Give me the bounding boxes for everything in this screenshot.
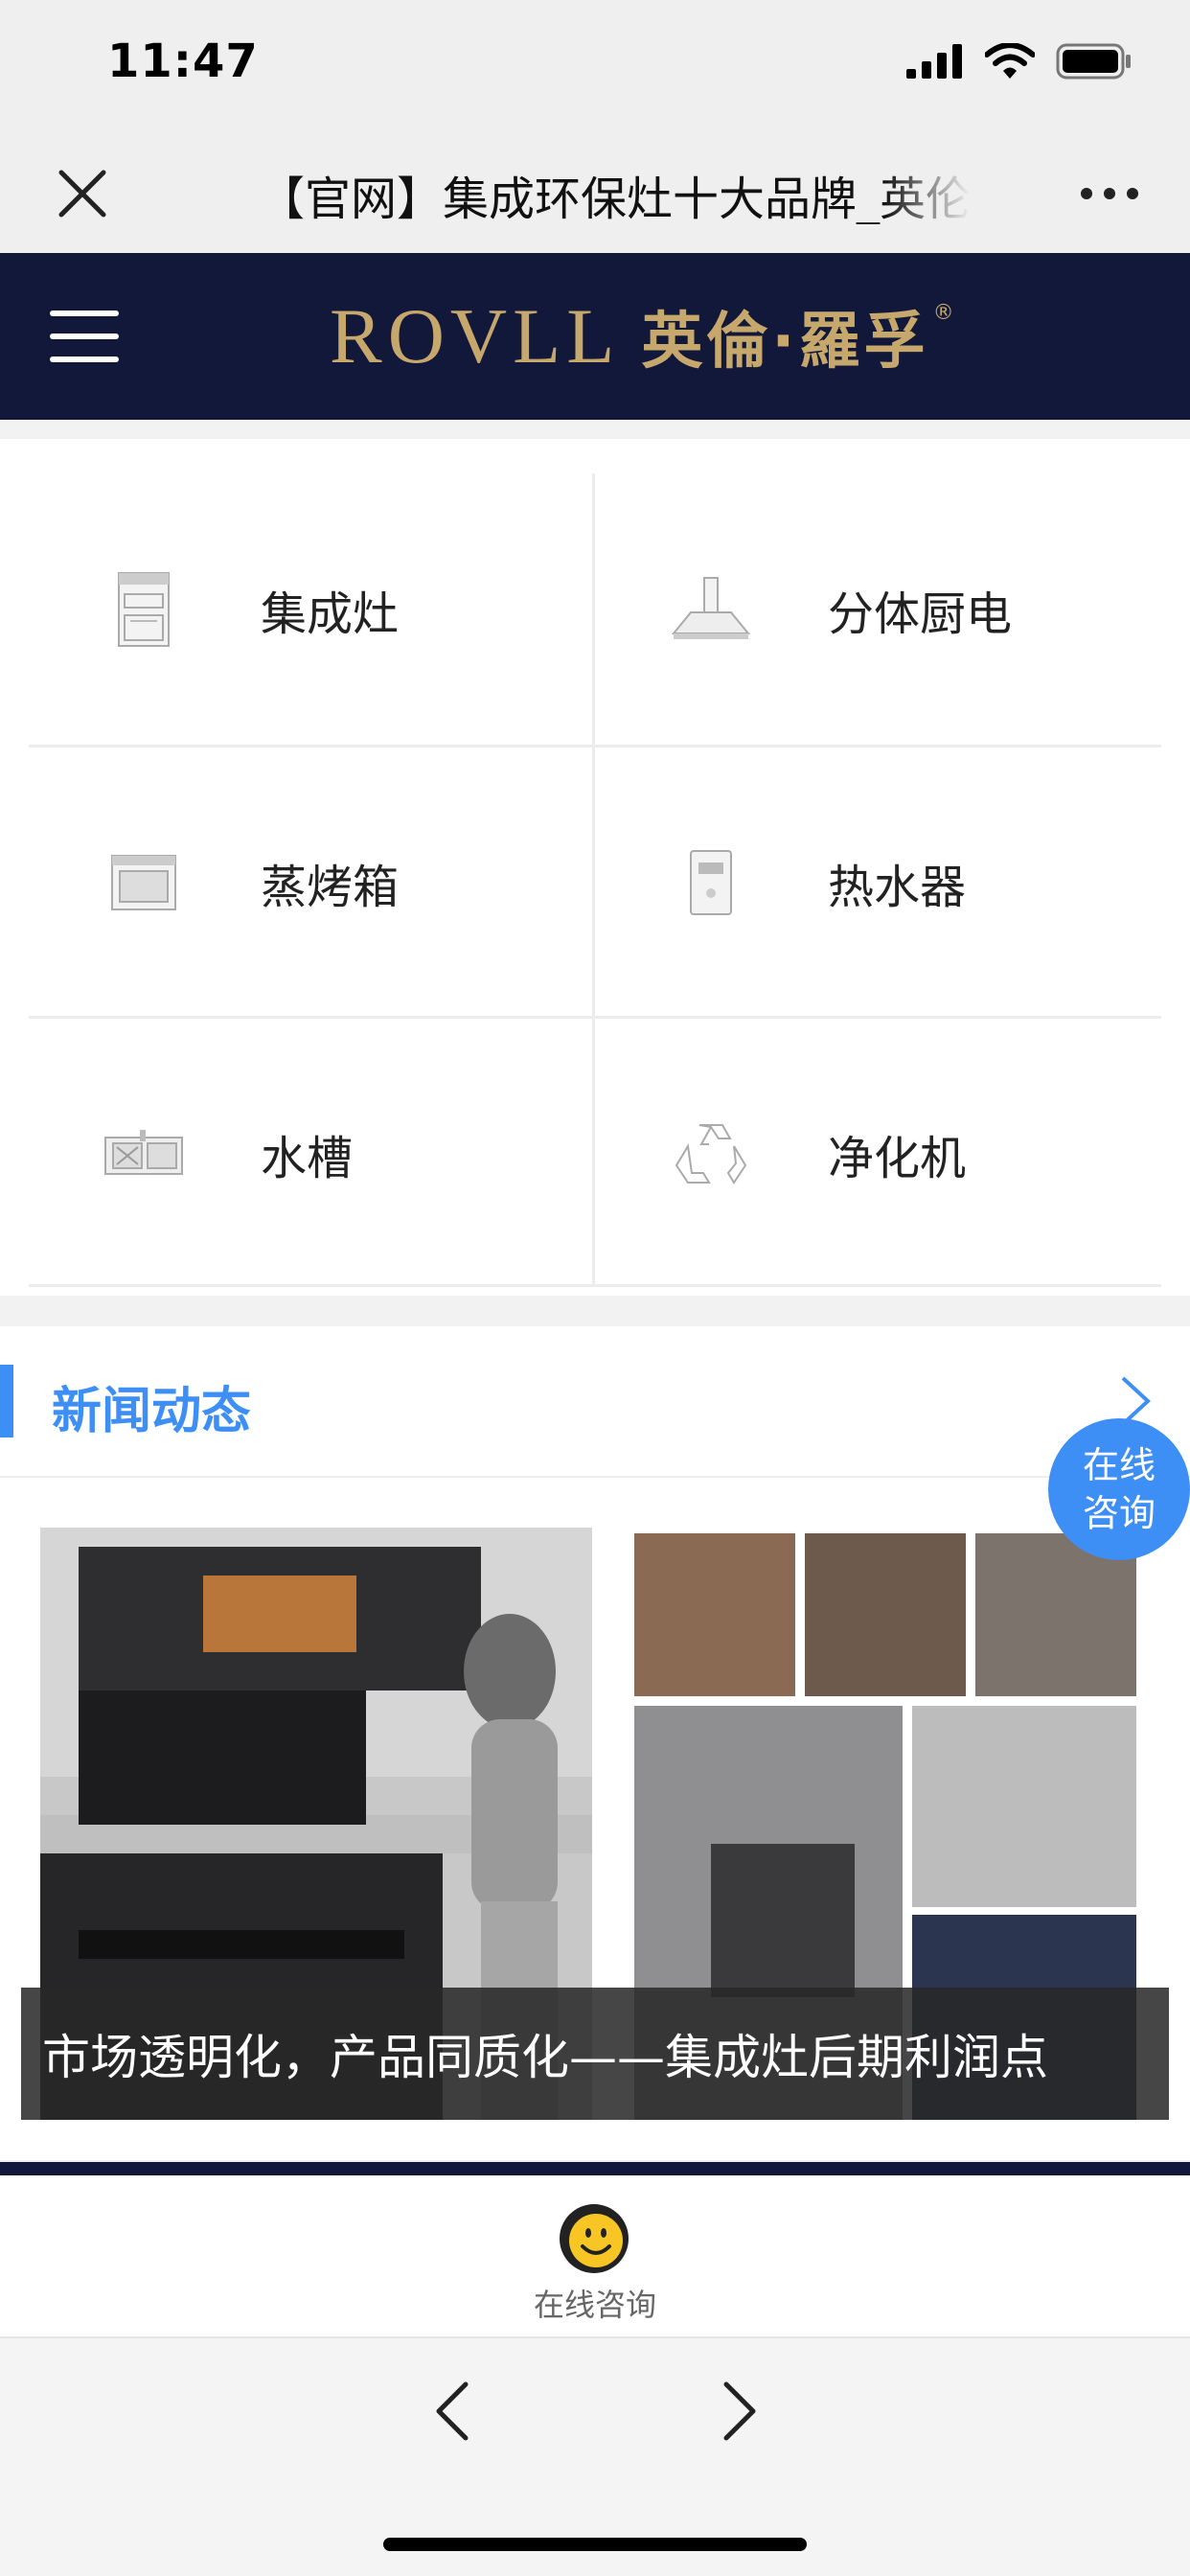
registered-mark: ® [932,301,954,325]
category-water-heater[interactable]: 热水器 [596,747,1161,1018]
browser-nav-bar: 【官网】集成环保灶十大品牌_英伦·罗孚 [0,134,1190,253]
close-icon[interactable] [52,163,113,224]
logo-chinese: 英倫·羅孚 [641,307,929,378]
category-integrated-stove[interactable]: 集成灶 [29,473,594,745]
range-hood-icon [653,562,768,657]
forward-arrow-icon[interactable] [717,2377,763,2446]
category-label: 水槽 [261,1131,354,1185]
status-icons [906,42,1133,80]
hamburger-menu-icon[interactable] [48,305,121,368]
smiley-face-icon [560,2204,629,2273]
purifier-icon [653,1106,768,1202]
category-sink[interactable]: 水槽 [29,1018,594,1289]
category-label: 热水器 [828,860,967,914]
news-header[interactable]: 新闻动态 [0,1326,1190,1478]
category-grid: 集成灶 分体厨电 蒸烤箱 热水器 水槽 净化机 [0,439,1190,1296]
news-title: 新闻动态 [52,1383,252,1440]
category-steam-oven[interactable]: 蒸烤箱 [29,747,594,1018]
category-range-hood[interactable]: 分体厨电 [596,473,1161,745]
news-banner[interactable]: 市场透明化，产品同质化——集成灶后期利润点 [21,1528,1169,2120]
status-time: 11:47 [107,34,259,88]
section-accent-bar [0,1365,13,1438]
logo-latin: ROVLL [330,292,621,380]
home-indicator [383,2538,807,2551]
more-icon[interactable] [1079,174,1140,213]
consult-line1: 在线 [1082,1444,1156,1486]
bottom-consult-bar[interactable]: 在线咨询 [0,2175,1190,2338]
consult-line2: 咨询 [1082,1492,1156,1534]
site-header: ROVLL 英倫·羅孚 ® [0,253,1190,420]
water-heater-icon [653,835,768,931]
signal-icon [906,44,962,79]
news-caption: 市场透明化，产品同质化——集成灶后期利润点 [21,1988,1169,2120]
category-label: 集成灶 [261,586,400,641]
news-section: 新闻动态 市场透明化，产品同质化——集成灶后期利润点 [0,1326,1190,2160]
brand-logo[interactable]: ROVLL 英倫·羅孚 ® [330,292,954,380]
browser-toolbar [0,2338,1190,2576]
bottom-consult-label: 在线咨询 [533,2287,656,2323]
footer-strip [0,2162,1190,2175]
category-label: 蒸烤箱 [261,860,400,914]
battery-icon [1056,43,1131,80]
page-title: 【官网】集成环保灶十大品牌_英伦·罗孚 [259,172,970,224]
category-label: 净化机 [828,1131,967,1185]
online-consult-float-button[interactable]: 在线 咨询 [1048,1418,1190,1560]
category-purifier[interactable]: 净化机 [596,1018,1161,1289]
sink-icon [86,1106,201,1202]
wifi-icon [985,43,1035,79]
back-arrow-icon[interactable] [429,2377,475,2446]
integrated-stove-icon [86,562,201,657]
category-label: 分体厨电 [828,586,1013,641]
steam-oven-icon [86,835,201,931]
status-bar: 11:47 [0,0,1190,134]
